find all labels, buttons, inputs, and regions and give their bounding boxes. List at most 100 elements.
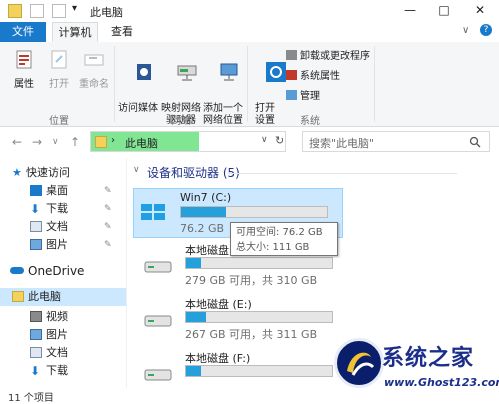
chevron-down-icon[interactable]: ∨: [133, 165, 140, 175]
quick-access-dropdown-icon[interactable]: ▾: [72, 3, 77, 14]
ribbon-divider: [114, 46, 115, 122]
hard-drive-icon: [144, 315, 172, 327]
system-properties-button[interactable]: 系统属性: [286, 70, 340, 84]
tooltip-total-size: 总大小: 111 GB: [236, 242, 310, 253]
sidebar-item-downloads[interactable]: ⬇ 下载 ✎: [0, 200, 126, 218]
tab-computer[interactable]: 计算机: [52, 22, 98, 42]
windows-drive-icon: [141, 204, 165, 220]
properties-button[interactable]: 属性: [6, 48, 42, 91]
sidebar-item-documents-pc[interactable]: 文档: [0, 344, 126, 362]
tab-view[interactable]: 查看: [104, 22, 140, 42]
properties-icon: [16, 50, 32, 69]
pin-icon: ✎: [104, 204, 112, 214]
drive-usage-fill: [181, 207, 227, 217]
picture-icon: [30, 239, 42, 250]
sidebar-item-documents[interactable]: 文档 ✎: [0, 218, 126, 236]
folder-icon: [95, 136, 107, 148]
watermark-url: www.Ghost123.com: [384, 376, 499, 389]
drive-usage-bar: [185, 311, 333, 323]
forward-button[interactable]: →: [32, 135, 42, 149]
section-header[interactable]: 设备和驱动器 (5): [147, 164, 240, 181]
sidebar-item-videos[interactable]: 视频: [0, 308, 126, 326]
drive-usage-fill: [186, 366, 201, 376]
system-properties-icon: [286, 70, 297, 80]
computer-icon: [12, 291, 24, 302]
address-dropdown-button[interactable]: ∨: [261, 135, 268, 145]
drive-usage-fill: [186, 312, 207, 322]
cloud-icon: [10, 267, 24, 274]
pin-icon: ✎: [104, 222, 112, 232]
section-divider: [227, 173, 457, 174]
logo-emblem-icon: [334, 338, 384, 388]
ribbon: 属性 打开 重命名 位置 访问媒体 映射网络 驱动器 添加一个 网络位置 网络 …: [0, 42, 499, 127]
sidebar-item-downloads-pc[interactable]: ⬇ 下载: [0, 362, 126, 380]
sidebar-item-this-pc[interactable]: 此电脑: [0, 288, 126, 306]
drive-size: 76.2 GB: [180, 222, 225, 235]
drive-item-f[interactable]: 本地磁盘 (F:): [139, 350, 339, 388]
chevron-right-icon: ›: [111, 135, 115, 146]
refresh-button[interactable]: ↻: [275, 134, 284, 147]
ribbon-divider: [247, 46, 248, 122]
back-button[interactable]: ←: [12, 135, 22, 149]
search-icon[interactable]: [469, 136, 481, 148]
drive-name: Win7 (C:): [180, 191, 232, 204]
hard-drive-icon: [144, 261, 172, 273]
minimize-button[interactable]: —: [394, 0, 426, 22]
address-text: 此电脑: [125, 137, 158, 150]
rename-icon: [84, 54, 104, 66]
rename-button[interactable]: 重命名: [76, 48, 112, 91]
sidebar-item-onedrive[interactable]: OneDrive: [0, 262, 126, 280]
download-icon: ⬇: [30, 202, 41, 216]
uninstall-icon: [286, 50, 297, 60]
sidebar-item-pictures-pc[interactable]: 图片: [0, 326, 126, 344]
up-button[interactable]: ↑: [70, 135, 80, 149]
document-icon: [30, 221, 42, 232]
close-button[interactable]: ✕: [464, 0, 496, 22]
gear-icon: [265, 62, 286, 82]
drive-size: 279 GB 可用，共 310 GB: [185, 274, 318, 287]
ribbon-tabs: 文件 计算机 查看 ∨ ?: [0, 22, 499, 43]
sidebar-item-quick-access[interactable]: ★ 快速访问: [0, 164, 126, 182]
drive-tooltip: 可用空间: 76.2 GB 总大小: 111 GB: [230, 222, 338, 256]
address-row: ← → ∨ ↑ › 此电脑 ∨ ↻ 搜索"此电脑": [0, 127, 499, 157]
manage-button[interactable]: 管理: [286, 90, 320, 104]
group-label-network: 网络: [171, 116, 191, 127]
drive-usage-bar: [185, 257, 333, 269]
maximize-button[interactable]: □: [428, 0, 460, 22]
group-label-location: 位置: [49, 116, 69, 127]
sidebar-item-desktop[interactable]: 桌面 ✎: [0, 182, 126, 200]
pin-icon: ✎: [104, 240, 112, 250]
new-folder-quick-icon[interactable]: [52, 4, 66, 18]
uninstall-program-button[interactable]: 卸载或更改程序: [286, 50, 370, 64]
drive-usage-bar: [185, 365, 333, 377]
recent-locations-button[interactable]: ∨: [52, 137, 59, 147]
navigation-pane: ★ 快速访问 桌面 ✎ ⬇ 下载 ✎ 文档 ✎ 图片 ✎ OneDrive 此电…: [0, 158, 127, 388]
video-icon: [30, 311, 42, 322]
watermark-logo: 系统之家 www.Ghost123.com: [330, 336, 499, 404]
help-icon[interactable]: ?: [480, 24, 492, 36]
drive-usage-fill: [186, 258, 201, 268]
ribbon-collapse-icon[interactable]: ∨: [462, 25, 469, 36]
drive-usage-bar: [180, 206, 328, 218]
document-icon: [30, 347, 42, 358]
drive-name: 本地磁盘 (E:): [185, 298, 252, 311]
properties-quick-icon[interactable]: [30, 4, 44, 18]
item-count: 11 个项目: [8, 393, 54, 404]
logo-swirl-icon: [347, 352, 375, 376]
group-label-system: 系统: [300, 116, 320, 127]
desktop-icon: [30, 185, 42, 196]
star-icon: ★: [12, 166, 22, 179]
open-button[interactable]: 打开: [42, 48, 76, 91]
drive-item-e[interactable]: 本地磁盘 (E:) 267 GB 可用，共 311 GB: [139, 296, 339, 344]
manage-icon: [286, 90, 297, 100]
hard-drive-icon: [144, 369, 172, 381]
address-bar[interactable]: › 此电脑 ∨ ↻: [90, 131, 286, 152]
search-placeholder: 搜索"此电脑": [309, 137, 375, 150]
pin-icon: ✎: [104, 186, 112, 196]
watermark-title: 系统之家: [382, 345, 475, 371]
tab-file[interactable]: 文件: [0, 22, 46, 42]
ribbon-divider: [374, 46, 375, 122]
window-title: 此电脑: [90, 6, 123, 19]
search-box[interactable]: 搜索"此电脑": [302, 131, 490, 152]
sidebar-item-pictures[interactable]: 图片 ✎: [0, 236, 126, 254]
